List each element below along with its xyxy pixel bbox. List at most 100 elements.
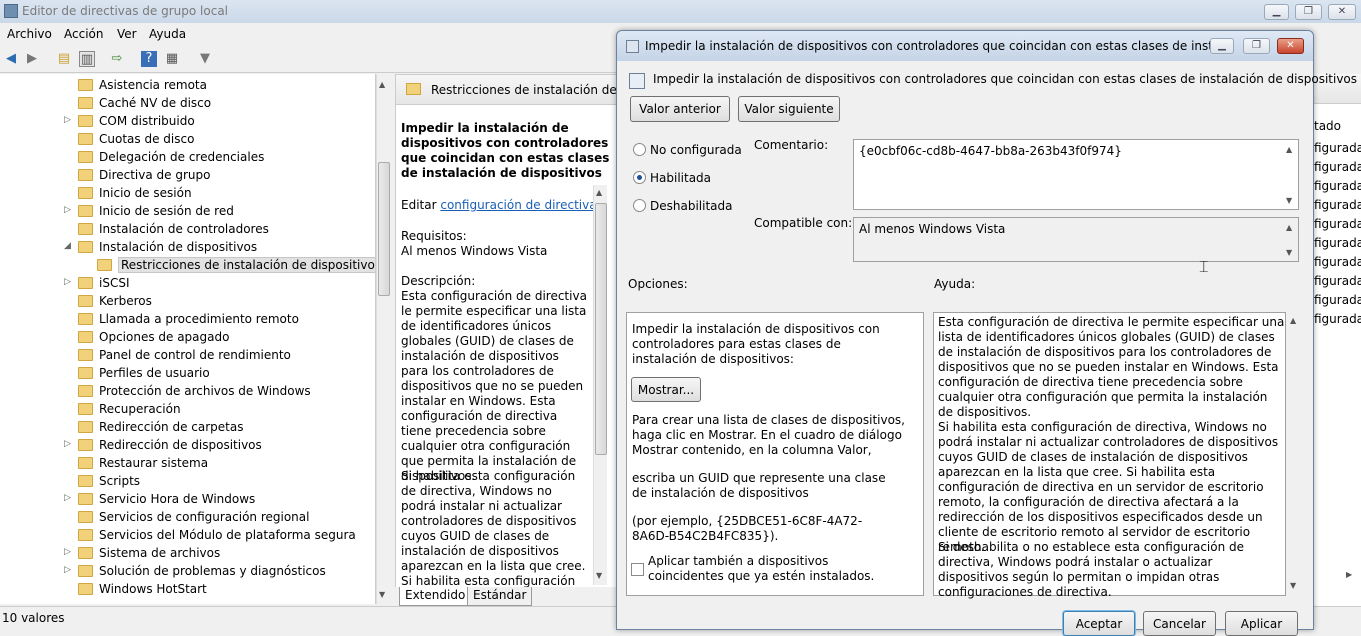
properties-icon[interactable]: ▦ (164, 51, 180, 67)
state-cell[interactable]: figurada (1314, 179, 1361, 193)
scroll-down-arrow[interactable]: ▼ (596, 571, 602, 580)
collapse-arrow-icon[interactable]: ◢ (64, 241, 71, 251)
next-setting-button[interactable]: Valor siguiente (738, 96, 840, 122)
scroll-up-arrow[interactable]: ▲ (1286, 145, 1292, 154)
state-cell[interactable]: figurada (1314, 198, 1361, 212)
close-button[interactable]: ✕ (1328, 4, 1356, 20)
dialog-close-button[interactable]: ✕ (1277, 38, 1304, 54)
expand-arrow-icon[interactable]: ▷ (64, 493, 71, 503)
radio-disabled[interactable] (633, 199, 646, 212)
radio-disabled-label[interactable]: Deshabilitada (650, 199, 732, 213)
expand-arrow-icon[interactable]: ▷ (64, 115, 71, 125)
state-cell[interactable]: figurada (1314, 293, 1361, 307)
toolbar: ◀ ▶ ▤ ▥ ⇨ ? ▦ ▼ (0, 45, 620, 73)
state-cell[interactable]: figurada (1314, 236, 1361, 250)
expand-arrow-icon[interactable]: ▷ (64, 565, 71, 575)
scroll-down-arrow[interactable]: ▼ (1286, 248, 1292, 257)
tree-item-label: Windows HotStart (99, 582, 207, 596)
requirements-value: Al menos Windows Vista (401, 244, 548, 258)
scroll-up-arrow[interactable]: ▲ (596, 188, 602, 197)
menu-archivo[interactable]: Archivo (7, 27, 52, 41)
folder-icon (78, 403, 93, 415)
tree-item-label: Opciones de apagado (99, 330, 230, 344)
help-scroll-down-arrow[interactable]: ▼ (1290, 581, 1296, 590)
description-scrollbar[interactable]: ▲ ▼ (593, 185, 607, 585)
folder-icon (78, 187, 93, 199)
scroll-down-arrow[interactable]: ▼ (379, 590, 385, 599)
edit-line: Editar configuración de directiva (401, 198, 597, 212)
state-cell[interactable]: figurada (1314, 312, 1361, 326)
radio-not-configured-label[interactable]: No configurada (650, 143, 742, 157)
tree-item-label: Directiva de grupo (99, 168, 211, 182)
dialog-maximize-button[interactable]: ❐ (1243, 38, 1270, 54)
tab-extendido[interactable]: Extendido (399, 587, 472, 606)
state-cell[interactable]: figurada (1314, 274, 1361, 288)
menu-accion[interactable]: Acción (64, 27, 103, 41)
tree-item-label: Asistencia remota (99, 78, 207, 92)
menu-ayuda[interactable]: Ayuda (149, 27, 186, 41)
radio-enabled[interactable] (633, 171, 646, 184)
cancel-button[interactable]: Cancelar (1143, 611, 1216, 636)
edit-policy-link[interactable]: configuración de directiva (440, 198, 596, 212)
up-folder-icon[interactable]: ▤ (56, 51, 72, 67)
show-tree-icon[interactable]: ▥ (79, 51, 95, 67)
tree-item-label: Instalación de controladores (99, 222, 269, 236)
maximize-button[interactable]: ❐ (1295, 4, 1322, 20)
policy-title: Impedir la instalación de dispositivos c… (401, 121, 610, 180)
back-icon[interactable]: ◀ (3, 51, 19, 67)
tree-scrollbar[interactable]: ▲ ▼ (376, 74, 390, 604)
apply-existing-checkbox[interactable] (631, 563, 644, 576)
help-panel: Esta configuración de directiva le permi… (933, 312, 1286, 599)
dialog-minimize-button[interactable]: ▁ (1210, 38, 1234, 54)
scroll-thumb[interactable] (378, 162, 390, 296)
comment-textarea[interactable]: {e0cbf06c-cd8b-4647-bb8a-263b43f0f974} ▲… (853, 139, 1299, 210)
state-column-header[interactable]: tado (1314, 119, 1341, 133)
apply-button[interactable]: Aplicar (1225, 611, 1298, 636)
policy-icon (626, 40, 639, 53)
help-icon[interactable]: ? (141, 51, 157, 67)
supported-field: Al menos Windows Vista ▲ ▼ (853, 217, 1299, 262)
state-cell[interactable]: figurada (1314, 255, 1361, 269)
tree-item-label: Inicio de sesión (99, 186, 192, 200)
supported-label: Compatible con: (754, 216, 853, 230)
minimize-button[interactable]: ▁ (1264, 4, 1289, 20)
comment-value: {e0cbf06c-cd8b-4647-bb8a-263b43f0f974} (859, 144, 1122, 158)
forward-icon[interactable]: ▶ (24, 51, 40, 67)
tree-item-label: Servicio Hora de Windows (99, 492, 256, 506)
supported-value: Al menos Windows Vista (859, 222, 1006, 236)
show-button[interactable]: Mostrar... (631, 377, 701, 402)
tree-item-label: Servicios de configuración regional (99, 510, 310, 524)
state-cell[interactable]: figurada (1314, 217, 1361, 231)
expand-arrow-icon[interactable]: ▷ (64, 439, 71, 449)
scroll-down-arrow[interactable]: ▼ (1286, 196, 1292, 205)
scroll-thumb[interactable] (595, 203, 607, 455)
expand-arrow-icon[interactable]: ▷ (64, 205, 71, 215)
expand-arrow-icon[interactable]: ▷ (64, 277, 71, 287)
description-text-2: Si habilita esta configuración de direct… (401, 469, 586, 603)
radio-not-configured[interactable] (633, 143, 646, 156)
tree-item-label: Solución de problemas y diagnósticos (99, 564, 326, 578)
menu-ver[interactable]: Ver (117, 27, 137, 41)
scroll-right-arrow[interactable]: ▶ (1346, 570, 1352, 579)
previous-setting-button[interactable]: Valor anterior (630, 96, 730, 122)
radio-enabled-label[interactable]: Habilitada (650, 171, 711, 185)
tab-estandar[interactable]: Estándar (467, 587, 533, 606)
options-panel: Impedir la instalación de dispositivos c… (626, 312, 924, 596)
filter-icon[interactable]: ▼ (197, 51, 213, 67)
apply-existing-label[interactable]: Aplicar también a dispositivos coinciden… (648, 554, 898, 584)
tree-item-label: iSCSI (99, 276, 130, 290)
state-cell[interactable]: figurada (1314, 160, 1361, 174)
expand-arrow-icon[interactable]: ▷ (64, 547, 71, 557)
tree-item-label: Panel de control de rendimiento (99, 348, 291, 362)
scroll-up-arrow[interactable]: ▲ (1286, 223, 1292, 232)
pane-header-title: Restricciones de instalación de disposit… (431, 83, 617, 97)
help-scroll-up-arrow[interactable]: ▲ (1290, 316, 1296, 325)
folder-icon (78, 475, 93, 487)
export-icon[interactable]: ⇨ (109, 51, 125, 67)
ok-button[interactable]: Aceptar (1063, 611, 1135, 636)
folder-icon (78, 421, 93, 433)
tree-item-label: COM distribuido (99, 114, 195, 128)
options-text-1: Impedir la instalación de dispositivos c… (632, 322, 880, 366)
scroll-up-arrow[interactable]: ▲ (379, 80, 385, 89)
state-cell[interactable]: figurada (1314, 141, 1361, 155)
